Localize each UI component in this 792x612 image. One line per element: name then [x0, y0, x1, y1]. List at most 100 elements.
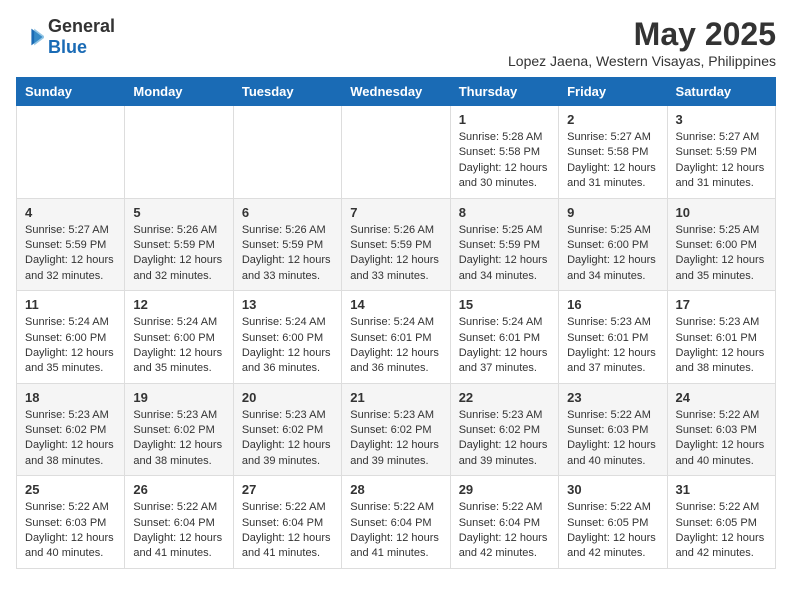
day-info: Sunrise: 5:24 AMSunset: 6:00 PMDaylight:…: [25, 315, 116, 377]
week-row-3: 11Sunrise: 5:24 AMSunset: 6:00 PMDayligh…: [17, 291, 776, 384]
day-info: Sunrise: 5:28 AMSunset: 5:58 PMDaylight:…: [459, 130, 550, 192]
day-number: 12: [133, 297, 224, 312]
header-tuesday: Tuesday: [233, 78, 341, 106]
calendar-cell: 27 Sunrise: 5:22 AMSunset: 6:04 PMDayligh…: [233, 476, 341, 569]
day-number: 5: [133, 205, 224, 220]
day-number: 23: [567, 390, 658, 405]
day-number: 21: [350, 390, 441, 405]
day-number: 13: [242, 297, 333, 312]
calendar-cell: [17, 106, 125, 199]
day-info: Sunrise: 5:25 AMSunset: 6:00 PMDaylight:…: [676, 223, 767, 285]
day-number: 28: [350, 482, 441, 497]
day-number: 19: [133, 390, 224, 405]
logo-general: General: [48, 16, 115, 36]
day-info: Sunrise: 5:23 AMSunset: 6:02 PMDaylight:…: [133, 408, 224, 470]
day-info: Sunrise: 5:24 AMSunset: 6:00 PMDaylight:…: [242, 315, 333, 377]
day-number: 18: [25, 390, 116, 405]
calendar-cell: 15 Sunrise: 5:24 AMSunset: 6:01 PMDayligh…: [450, 291, 558, 384]
day-info: Sunrise: 5:26 AMSunset: 5:59 PMDaylight:…: [350, 223, 441, 285]
day-info: Sunrise: 5:24 AMSunset: 6:01 PMDaylight:…: [459, 315, 550, 377]
day-info: Sunrise: 5:22 AMSunset: 6:03 PMDaylight:…: [676, 408, 767, 470]
day-number: 17: [676, 297, 767, 312]
day-number: 10: [676, 205, 767, 220]
calendar-cell: 19 Sunrise: 5:23 AMSunset: 6:02 PMDayligh…: [125, 383, 233, 476]
day-number: 3: [676, 112, 767, 127]
week-row-2: 4Sunrise: 5:27 AMSunset: 5:59 PMDaylight…: [17, 198, 776, 291]
day-number: 15: [459, 297, 550, 312]
day-number: 9: [567, 205, 658, 220]
day-number: 31: [676, 482, 767, 497]
week-row-4: 18 Sunrise: 5:23 AMSunset: 6:02 PMDayligh…: [17, 383, 776, 476]
calendar-cell: 10 Sunrise: 5:25 AMSunset: 6:00 PMDayligh…: [667, 198, 775, 291]
day-number: 2: [567, 112, 658, 127]
calendar-cell: 12 Sunrise: 5:24 AMSunset: 6:00 PMDayligh…: [125, 291, 233, 384]
day-number: 14: [350, 297, 441, 312]
logo: General Blue: [16, 16, 115, 58]
calendar-cell: 29Sunrise: 5:22 AMSunset: 6:04 PMDayligh…: [450, 476, 558, 569]
calendar-cell: 31 Sunrise: 5:22 AMSunset: 6:05 PMDayligh…: [667, 476, 775, 569]
day-info: Sunrise: 5:22 AMSunset: 6:05 PMDaylight:…: [567, 500, 658, 562]
header-wednesday: Wednesday: [342, 78, 450, 106]
calendar-cell: 28 Sunrise: 5:22 AMSunset: 6:04 PMDayligh…: [342, 476, 450, 569]
month-title: May 2025: [508, 16, 776, 53]
day-number: 8: [459, 205, 550, 220]
header-thursday: Thursday: [450, 78, 558, 106]
day-info: Sunrise: 5:24 AMSunset: 6:01 PMDaylight:…: [350, 315, 441, 377]
day-number: 16: [567, 297, 658, 312]
day-info: Sunrise: 5:23 AMSunset: 6:01 PMDaylight:…: [676, 315, 767, 377]
day-info: Sunrise: 5:22 AMSunset: 6:04 PMDaylight:…: [459, 500, 550, 562]
calendar-cell: 20 Sunrise: 5:23 AMSunset: 6:02 PMDayligh…: [233, 383, 341, 476]
days-header-row: Sunday Monday Tuesday Wednesday Thursday…: [17, 78, 776, 106]
day-info: Sunrise: 5:24 AMSunset: 6:00 PMDaylight:…: [133, 315, 224, 377]
day-info: Sunrise: 5:22 AMSunset: 6:03 PMDaylight:…: [25, 500, 116, 562]
day-info: Sunrise: 5:22 AMSunset: 6:04 PMDaylight:…: [242, 500, 333, 562]
calendar-cell: 13 Sunrise: 5:24 AMSunset: 6:00 PMDayligh…: [233, 291, 341, 384]
header-friday: Friday: [559, 78, 667, 106]
day-number: 24: [676, 390, 767, 405]
header-sunday: Sunday: [17, 78, 125, 106]
calendar-cell: 6Sunrise: 5:26 AMSunset: 5:59 PMDaylight…: [233, 198, 341, 291]
day-number: 7: [350, 205, 441, 220]
page-header: General Blue May 2025 Lopez Jaena, Weste…: [16, 16, 776, 69]
day-info: Sunrise: 5:22 AMSunset: 6:04 PMDaylight:…: [350, 500, 441, 562]
day-number: 20: [242, 390, 333, 405]
day-info: Sunrise: 5:22 AMSunset: 6:03 PMDaylight:…: [567, 408, 658, 470]
calendar-cell: 1 Sunrise: 5:28 AMSunset: 5:58 PMDaylight…: [450, 106, 558, 199]
calendar-cell: 25 Sunrise: 5:22 AMSunset: 6:03 PMDayligh…: [17, 476, 125, 569]
logo-blue: Blue: [48, 37, 87, 57]
day-number: 25: [25, 482, 116, 497]
day-info: Sunrise: 5:23 AMSunset: 6:02 PMDaylight:…: [242, 408, 333, 470]
calendar-cell: [342, 106, 450, 199]
title-area: May 2025 Lopez Jaena, Western Visayas, P…: [508, 16, 776, 69]
calendar-cell: 2 Sunrise: 5:27 AMSunset: 5:58 PMDaylight…: [559, 106, 667, 199]
day-info: Sunrise: 5:25 AMSunset: 6:00 PMDaylight:…: [567, 223, 658, 285]
day-number: 22: [459, 390, 550, 405]
week-row-1: 1 Sunrise: 5:28 AMSunset: 5:58 PMDaylight…: [17, 106, 776, 199]
day-info: Sunrise: 5:25 AMSunset: 5:59 PMDaylight:…: [459, 223, 550, 285]
week-row-5: 25 Sunrise: 5:22 AMSunset: 6:03 PMDayligh…: [17, 476, 776, 569]
day-info: Sunrise: 5:26 AMSunset: 5:59 PMDaylight:…: [133, 223, 224, 285]
calendar-cell: 7 Sunrise: 5:26 AMSunset: 5:59 PMDaylight…: [342, 198, 450, 291]
calendar-cell: 8 Sunrise: 5:25 AMSunset: 5:59 PMDaylight…: [450, 198, 558, 291]
day-number: 30: [567, 482, 658, 497]
day-info: Sunrise: 5:23 AMSunset: 6:02 PMDaylight:…: [459, 408, 550, 470]
day-info: Sunrise: 5:27 AMSunset: 5:58 PMDaylight:…: [567, 130, 658, 192]
day-info: Sunrise: 5:23 AMSunset: 6:02 PMDaylight:…: [25, 408, 116, 470]
day-info: Sunrise: 5:22 AMSunset: 6:04 PMDaylight:…: [133, 500, 224, 562]
calendar-cell: 30 Sunrise: 5:22 AMSunset: 6:05 PMDayligh…: [559, 476, 667, 569]
calendar-cell: 11Sunrise: 5:24 AMSunset: 6:00 PMDayligh…: [17, 291, 125, 384]
day-info: Sunrise: 5:27 AMSunset: 5:59 PMDaylight:…: [676, 130, 767, 192]
calendar-cell: 23 Sunrise: 5:22 AMSunset: 6:03 PMDayligh…: [559, 383, 667, 476]
day-info: Sunrise: 5:27 AMSunset: 5:59 PMDaylight:…: [25, 223, 116, 285]
calendar-table: Sunday Monday Tuesday Wednesday Thursday…: [16, 77, 776, 569]
day-info: Sunrise: 5:22 AMSunset: 6:05 PMDaylight:…: [676, 500, 767, 562]
day-number: 6: [242, 205, 333, 220]
calendar-cell: 5 Sunrise: 5:26 AMSunset: 5:59 PMDaylight…: [125, 198, 233, 291]
calendar-cell: 26Sunrise: 5:22 AMSunset: 6:04 PMDayligh…: [125, 476, 233, 569]
day-number: 27: [242, 482, 333, 497]
day-number: 1: [459, 112, 550, 127]
header-saturday: Saturday: [667, 78, 775, 106]
calendar-cell: 3 Sunrise: 5:27 AMSunset: 5:59 PMDaylight…: [667, 106, 775, 199]
calendar-cell: 17 Sunrise: 5:23 AMSunset: 6:01 PMDayligh…: [667, 291, 775, 384]
calendar-cell: 24 Sunrise: 5:22 AMSunset: 6:03 PMDayligh…: [667, 383, 775, 476]
